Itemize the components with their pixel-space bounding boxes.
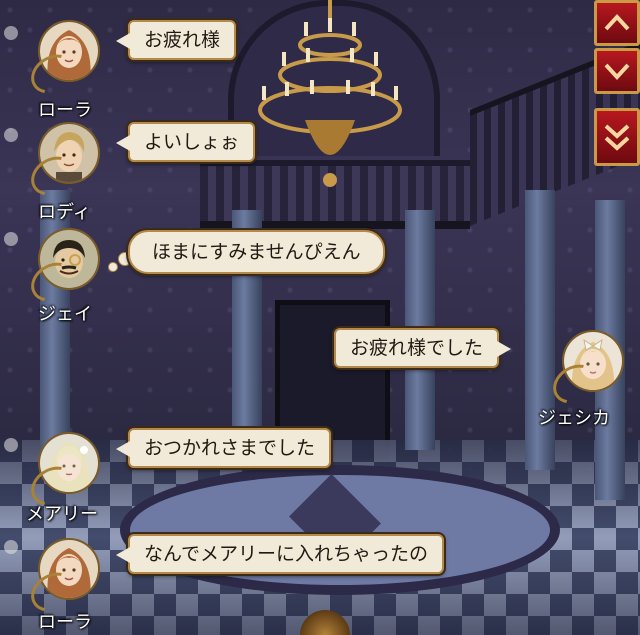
speaker-name: ロディ xyxy=(38,202,91,223)
chat-bubble: お疲れ様でした xyxy=(334,328,512,368)
speaker-name: ジェイ xyxy=(38,304,92,325)
scroll-bottom-button[interactable] xyxy=(594,108,640,166)
chat-bubble: ほまにすみませんぴえん xyxy=(128,230,385,274)
side-indicator-dot xyxy=(4,438,18,452)
side-indicator-dot xyxy=(4,128,18,142)
chevron-down-icon xyxy=(604,63,630,80)
double-chevron-down-icon xyxy=(604,124,630,151)
speaker-name: ジェシカ xyxy=(538,408,610,429)
scroll-down-button[interactable] xyxy=(594,48,640,94)
side-indicator-dot xyxy=(4,26,18,40)
chat-bubble: なんでメアリーに入れちゃったの xyxy=(115,534,445,574)
scroll-up-button[interactable] xyxy=(594,0,640,46)
chat-bubble: よいしょぉ xyxy=(115,122,256,162)
chat-message xyxy=(20,20,100,102)
chandelier xyxy=(258,0,402,187)
chat-message xyxy=(20,228,100,310)
speaker-name: メアリー xyxy=(26,504,98,525)
speaker-name: ローラ xyxy=(38,612,92,633)
thought-dot xyxy=(108,262,118,272)
speaker-name: ローラ xyxy=(38,100,92,121)
side-indicator-dot xyxy=(4,540,18,554)
chat-bubble: おつかれさまでした xyxy=(115,428,332,468)
chat-message xyxy=(20,122,100,204)
chat-message xyxy=(20,538,100,620)
chat-message xyxy=(546,330,628,412)
side-indicator-dot xyxy=(4,232,18,246)
chat-bubble: お疲れ様 xyxy=(115,20,237,60)
floor-compass-medallion xyxy=(120,465,560,595)
chevron-up-icon xyxy=(604,14,630,31)
